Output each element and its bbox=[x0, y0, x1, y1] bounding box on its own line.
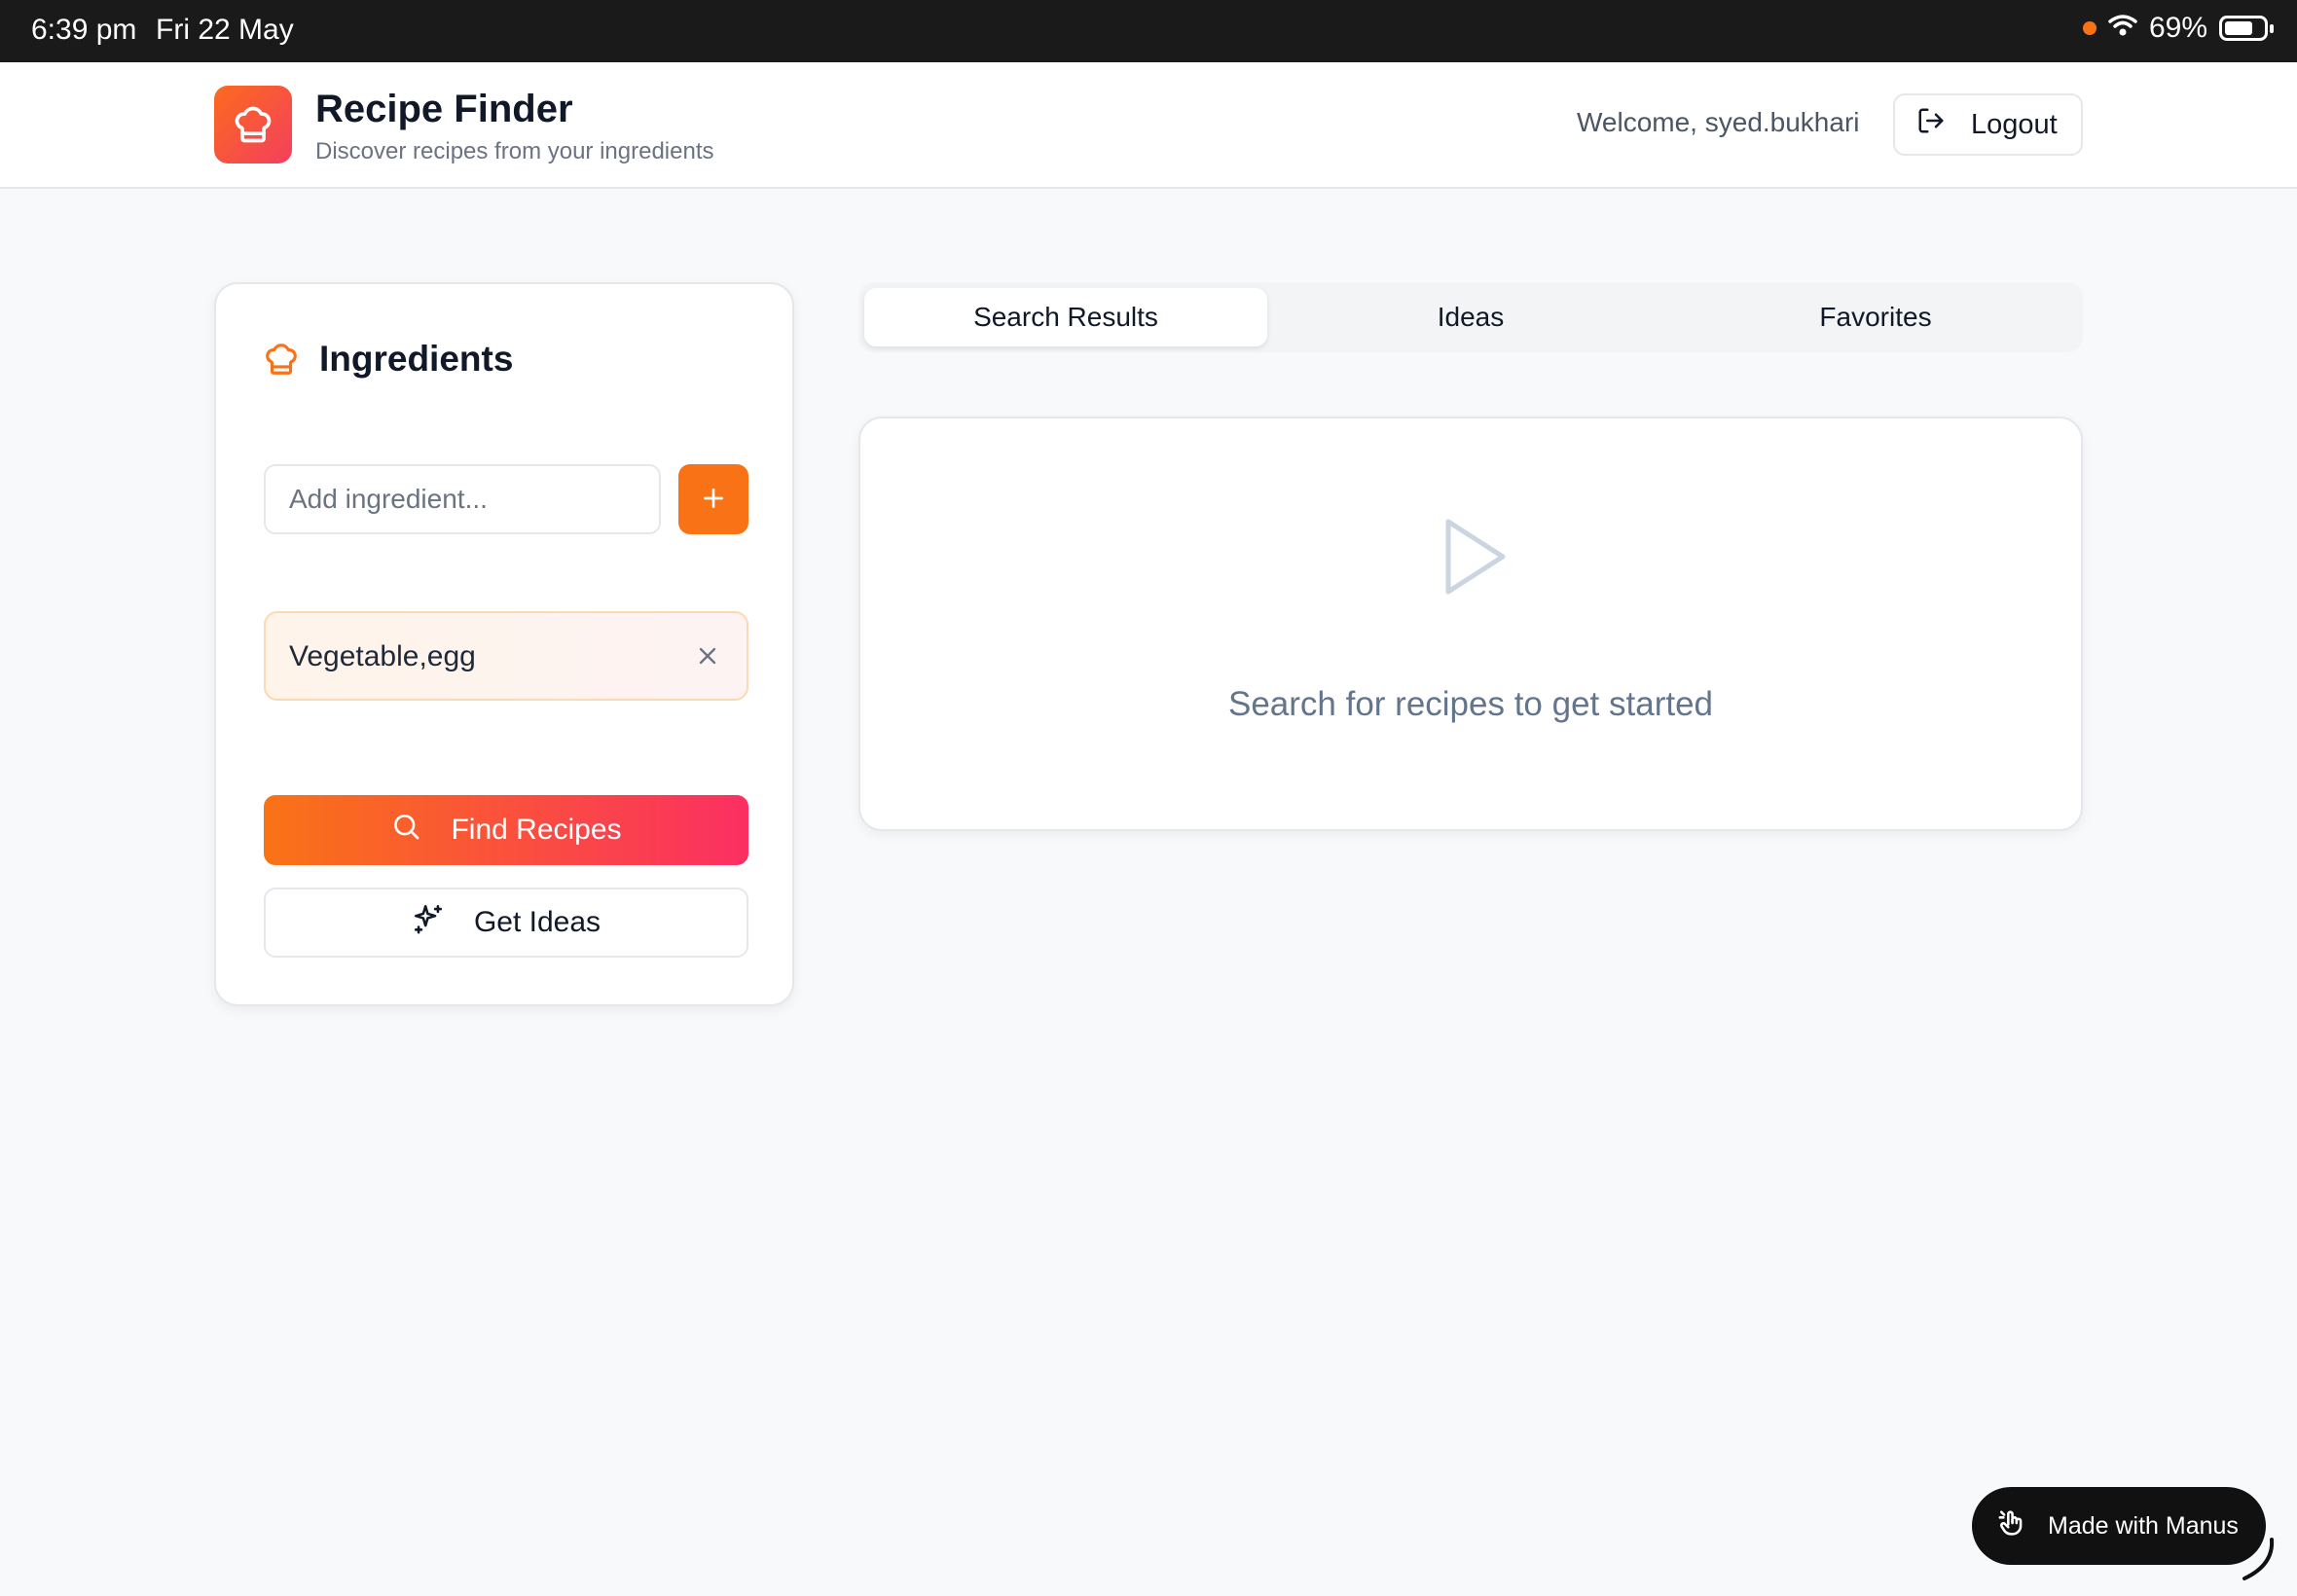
ingredients-panel: Ingredients Vegetable,egg Find Recipes bbox=[214, 282, 794, 1006]
get-ideas-button[interactable]: Get Ideas bbox=[264, 888, 748, 958]
made-with-manus-badge[interactable]: Made with Manus bbox=[1972, 1487, 2266, 1565]
corner-indicator-icon bbox=[2239, 1536, 2287, 1589]
status-date: Fri 22 May bbox=[156, 14, 294, 46]
get-ideas-label: Get Ideas bbox=[473, 906, 602, 938]
status-time: 6:39 pm bbox=[31, 14, 137, 46]
logout-label: Logout bbox=[1971, 108, 2058, 140]
logout-button[interactable]: Logout bbox=[1893, 93, 2083, 156]
welcome-text: Welcome, syed.bukhari bbox=[1577, 107, 1860, 137]
ingredient-chip: Vegetable,egg bbox=[264, 611, 748, 701]
status-bar: 6:39 pm Fri 22 May 69% bbox=[0, 0, 2297, 62]
tab-ideas[interactable]: Ideas bbox=[1269, 288, 1672, 346]
battery-percent: 69% bbox=[2148, 12, 2207, 44]
orange-dot-indicator bbox=[2082, 21, 2096, 35]
sparkles-icon bbox=[412, 902, 445, 943]
close-icon[interactable] bbox=[694, 642, 721, 674]
results-panel: Search for recipes to get started bbox=[858, 417, 2083, 831]
tab-favorites[interactable]: Favorites bbox=[1674, 288, 2077, 346]
ingredient-input[interactable] bbox=[264, 464, 661, 534]
ingredient-chip-label: Vegetable,egg bbox=[289, 640, 476, 672]
find-recipes-label: Find Recipes bbox=[451, 814, 622, 846]
add-ingredient-button[interactable] bbox=[678, 464, 748, 534]
app-header: Recipe Finder Discover recipes from your… bbox=[0, 62, 2297, 189]
results-tabs: Search Results Ideas Favorites bbox=[858, 282, 2083, 352]
chef-hat-icon bbox=[214, 86, 292, 163]
logout-icon bbox=[1916, 106, 1946, 143]
tab-search-results[interactable]: Search Results bbox=[864, 288, 1267, 346]
status-indicators: 69% bbox=[2082, 12, 2274, 45]
app-title: Recipe Finder bbox=[315, 88, 573, 130]
play-icon bbox=[1440, 516, 1509, 602]
wifi-icon bbox=[2108, 12, 2137, 45]
manus-hand-icon bbox=[1997, 1506, 2030, 1546]
chef-hat-icon bbox=[263, 341, 300, 382]
search-icon bbox=[390, 811, 421, 850]
battery-icon bbox=[2219, 16, 2274, 41]
made-with-manus-label: Made with Manus bbox=[2048, 1511, 2239, 1540]
plus-icon bbox=[701, 486, 726, 514]
empty-state-message: Search for recipes to get started bbox=[1227, 685, 1714, 723]
find-recipes-button[interactable]: Find Recipes bbox=[264, 795, 748, 865]
app-subtitle: Discover recipes from your ingredients bbox=[315, 138, 714, 164]
ingredients-title: Ingredients bbox=[319, 339, 514, 379]
